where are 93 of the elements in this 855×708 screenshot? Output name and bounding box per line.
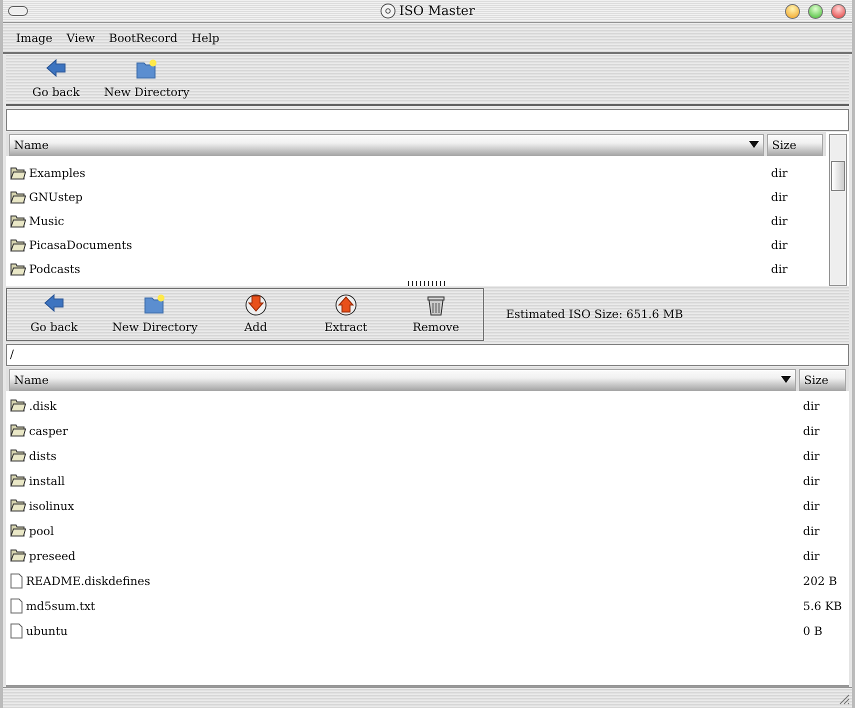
- file-row[interactable]: Music dir: [6, 209, 826, 233]
- folder-icon: [10, 166, 26, 180]
- menu-item[interactable]: Help: [190, 28, 220, 46]
- file-name: Podcasts: [29, 262, 80, 276]
- toolbar-button[interactable]: Remove: [396, 291, 476, 337]
- back-arrow-icon: [46, 59, 66, 77]
- file-row[interactable]: dists dir: [6, 443, 849, 468]
- file-icon: [10, 572, 23, 588]
- file-icon: [10, 622, 23, 638]
- folder-icon: [10, 449, 26, 462]
- file-name: preseed: [29, 548, 76, 562]
- file-row[interactable]: Podcasts dir: [6, 257, 826, 281]
- back-arrow-icon: [44, 294, 64, 312]
- pane-splitter-handle[interactable]: [408, 281, 448, 286]
- file-name: Examples: [29, 166, 86, 180]
- new-folder-icon: [144, 294, 166, 314]
- file-size: dir: [802, 398, 821, 412]
- file-row[interactable]: Examples dir: [6, 161, 826, 185]
- folder-icon: [10, 474, 26, 487]
- menu-item[interactable]: View: [65, 28, 96, 46]
- folder-icon: [10, 499, 26, 512]
- file-row[interactable]: install dir: [6, 468, 849, 493]
- file-size: dir: [802, 498, 821, 512]
- file-row[interactable]: PicasaDocuments dir: [6, 233, 826, 257]
- folder-icon: [10, 424, 26, 437]
- menu-item[interactable]: Image: [15, 28, 54, 46]
- folder-icon: [10, 190, 26, 204]
- folder-icon: [10, 238, 26, 252]
- disc-icon: [380, 3, 396, 19]
- file-row[interactable]: preseed dir: [6, 543, 849, 568]
- folder-icon: [10, 549, 26, 562]
- file-name: Music: [29, 214, 64, 228]
- window-menu-button[interactable]: [8, 6, 28, 16]
- size-column-header[interactable]: Size: [799, 369, 846, 391]
- file-row[interactable]: README.diskdefines 202 B: [6, 568, 849, 593]
- file-row[interactable]: casper dir: [6, 418, 849, 443]
- window-title: ISO Master: [399, 4, 475, 18]
- toolbar-button[interactable]: Go back: [14, 291, 94, 337]
- file-name: isolinux: [29, 498, 74, 512]
- file-size: dir: [770, 238, 789, 252]
- file-size: dir: [770, 262, 789, 276]
- file-size: 0 B: [802, 624, 824, 638]
- menu-item[interactable]: BootRecord: [108, 28, 179, 46]
- folder-icon: [10, 524, 26, 537]
- resize-grip-icon[interactable]: [838, 693, 850, 705]
- folder-icon: [10, 214, 26, 228]
- file-name: dists: [29, 448, 56, 462]
- name-column-header[interactable]: Name: [9, 134, 764, 156]
- sort-arrow-icon: [749, 141, 759, 149]
- file-size: dir: [770, 214, 789, 228]
- file-name: .disk: [29, 398, 57, 412]
- file-name: md5sum.txt: [26, 598, 96, 612]
- file-name: casper: [29, 424, 68, 438]
- size-column-header[interactable]: Size: [767, 134, 823, 156]
- file-size: 202 B: [802, 574, 838, 588]
- file-size: dir: [802, 548, 821, 562]
- toolbar-button[interactable]: New Directory: [96, 56, 198, 102]
- scrollbar[interactable]: [829, 134, 847, 286]
- file-size: dir: [770, 166, 789, 180]
- toolbar-button[interactable]: New Directory: [104, 291, 206, 337]
- toolbar-button[interactable]: Extract: [306, 291, 386, 337]
- folder-icon: [10, 399, 26, 412]
- file-row[interactable]: ubuntu 0 B: [6, 618, 849, 643]
- file-name: pool: [29, 524, 54, 538]
- file-name: PicasaDocuments: [29, 238, 132, 252]
- file-size: dir: [802, 524, 821, 538]
- folder-icon: [10, 262, 26, 276]
- trash-can-icon: [426, 294, 446, 316]
- toolbar-button[interactable]: Add: [216, 291, 296, 337]
- file-size: dir: [802, 448, 821, 462]
- file-size: dir: [770, 190, 789, 204]
- file-size: 5.6 KB: [802, 598, 843, 612]
- minimize-button[interactable]: [785, 4, 800, 18]
- file-name: GNUstep: [29, 190, 83, 204]
- name-column-header[interactable]: Name: [9, 369, 796, 391]
- file-name: README.diskdefines: [26, 574, 150, 588]
- file-icon: [10, 598, 23, 614]
- file-size: dir: [802, 474, 821, 488]
- file-name: ubuntu: [26, 624, 68, 638]
- file-row[interactable]: md5sum.txt 5.6 KB: [6, 593, 849, 618]
- toolbar-button[interactable]: Go back: [16, 56, 96, 102]
- close-button[interactable]: [831, 4, 846, 18]
- file-row[interactable]: pool dir: [6, 518, 849, 543]
- path-field[interactable]: /: [6, 344, 849, 366]
- sort-arrow-icon: [781, 376, 791, 384]
- estimated-size-text: Estimated ISO Size: 651.6 MB: [506, 307, 684, 321]
- file-row[interactable]: GNUstep dir: [6, 185, 826, 209]
- file-size: dir: [802, 424, 821, 438]
- maximize-button[interactable]: [808, 4, 823, 18]
- file-name: install: [29, 474, 65, 488]
- new-folder-icon: [136, 59, 158, 79]
- file-row[interactable]: .disk dir: [6, 393, 849, 418]
- file-row[interactable]: isolinux dir: [6, 493, 849, 518]
